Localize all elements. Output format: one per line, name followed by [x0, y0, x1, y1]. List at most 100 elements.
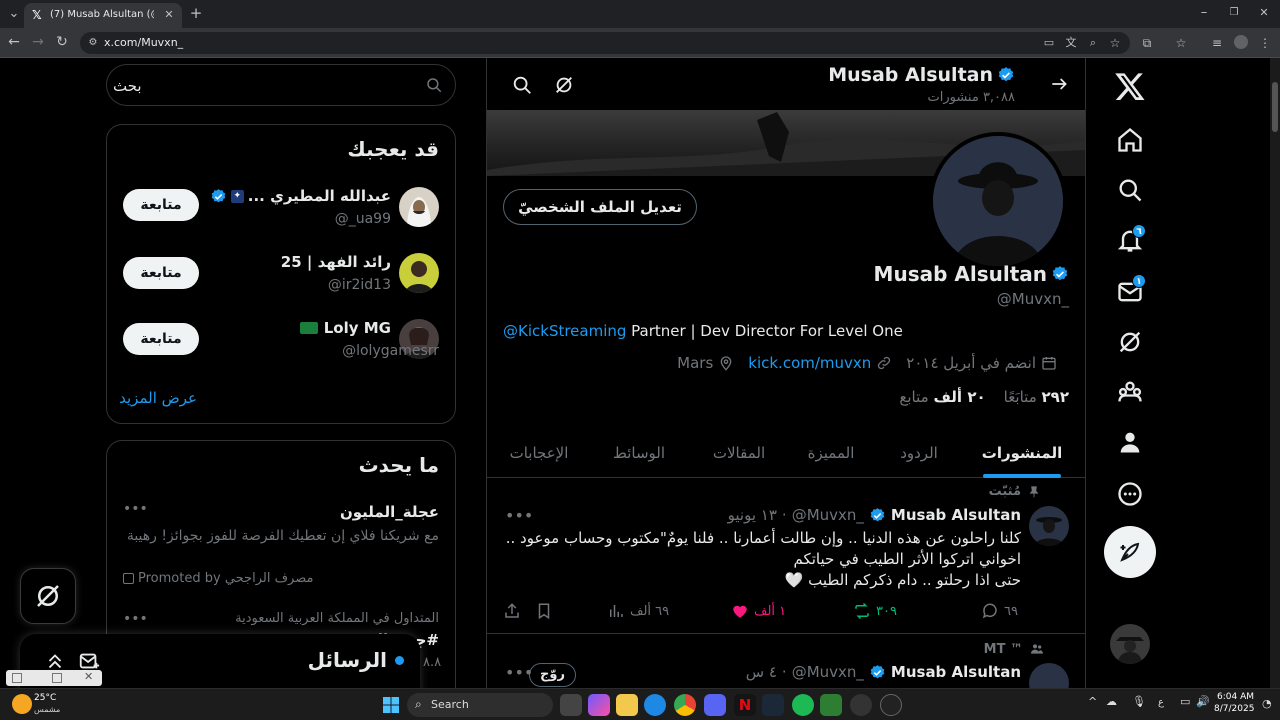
- minimize-icon[interactable]: –: [1196, 5, 1212, 21]
- profile-avatar[interactable]: [929, 132, 1067, 270]
- overlay-close-icon[interactable]: ✕: [84, 670, 93, 683]
- trend-item-promoted[interactable]: عجلة_المليون ••• مع شريكنا فلاي إن تعطيك…: [107, 497, 455, 593]
- profile-avatar-icon[interactable]: [1234, 35, 1248, 49]
- tray-overflow-icon[interactable]: ^: [1088, 695, 1097, 708]
- cast-icon[interactable]: ▭: [1042, 35, 1056, 51]
- profile-website[interactable]: kick.com/muvxn: [748, 354, 892, 372]
- xbox-icon[interactable]: [820, 694, 842, 716]
- app-icon[interactable]: [850, 694, 872, 716]
- post-author-name[interactable]: Musab Alsultan: [891, 663, 1021, 681]
- close-tab-icon[interactable]: ✕: [162, 7, 176, 23]
- translate-icon[interactable]: 文: [1064, 35, 1078, 51]
- restore-icon[interactable]: ❐: [1226, 5, 1242, 21]
- following-count-link[interactable]: ٢٩٢ متابَعًا: [1004, 388, 1069, 406]
- post-author-avatar[interactable]: [1029, 506, 1069, 546]
- overlay-maximize-icon[interactable]: [52, 673, 62, 683]
- communities-icon[interactable]: [1116, 378, 1144, 406]
- share-button[interactable]: [503, 602, 521, 620]
- post-author-name[interactable]: Musab Alsultan: [891, 506, 1021, 524]
- reply-button[interactable]: ٦٩: [981, 602, 1018, 620]
- reading-list-icon[interactable]: ≡: [1210, 35, 1224, 51]
- views-button[interactable]: ٦٩ ألف: [607, 602, 669, 620]
- back-icon[interactable]: ←: [6, 34, 22, 50]
- trend-more-icon[interactable]: •••: [123, 501, 148, 517]
- taskbar-search[interactable]: ⌕ Search: [407, 693, 553, 717]
- repost-button[interactable]: ٣٠٩: [853, 602, 897, 620]
- grok-floating-button[interactable]: [20, 568, 76, 624]
- tray-mic-icon[interactable]: 🎙: [1132, 695, 1146, 708]
- followers-count-link[interactable]: ٢٠ ألف متابع: [899, 388, 985, 406]
- post-handle[interactable]: @Muvxn_: [792, 663, 864, 681]
- bookmark-star-icon[interactable]: ☆: [1108, 35, 1122, 51]
- spotify-icon[interactable]: [792, 694, 814, 716]
- tab-articles[interactable]: المقالات: [691, 444, 787, 462]
- follow-button[interactable]: متابعة: [123, 257, 199, 289]
- windows-start-icon[interactable]: [383, 697, 399, 713]
- browser-menu-icon[interactable]: ⋮: [1258, 35, 1272, 51]
- tab-likes[interactable]: الإعجابات: [491, 444, 587, 462]
- suggestion-item[interactable]: عبدالله المطيري ... ✦ @_ua99 متابعة: [107, 181, 455, 245]
- post-time[interactable]: ١٣ يونيو: [728, 506, 777, 524]
- search-profile-icon[interactable]: [511, 74, 533, 96]
- home-icon[interactable]: [1116, 126, 1144, 154]
- tab-highlights[interactable]: المميزة: [783, 444, 879, 462]
- bookmark-button[interactable]: [535, 602, 553, 620]
- bio-mention-link[interactable]: @KickStreaming: [503, 322, 626, 340]
- post-author-avatar[interactable]: [1029, 663, 1069, 688]
- weather-temp[interactable]: 25°C: [34, 693, 56, 703]
- post-card[interactable]: مُثبّت Musab Alsultan @Muvxn_ · ١٣ يونيو…: [487, 478, 1085, 634]
- notification-center-icon[interactable]: ◔: [1262, 697, 1272, 710]
- extensions-icon[interactable]: ⧉: [1140, 35, 1154, 51]
- reload-icon[interactable]: ↻: [54, 34, 70, 50]
- post-more-icon[interactable]: •••: [505, 663, 533, 682]
- tab-list-icon[interactable]: ⌄: [6, 6, 22, 22]
- account-avatar[interactable]: [1110, 624, 1150, 664]
- grok-icon[interactable]: [1116, 328, 1144, 356]
- weather-sun-icon[interactable]: [12, 694, 32, 714]
- active-app-icon[interactable]: [880, 694, 902, 716]
- promote-chip[interactable]: روّج: [529, 663, 576, 687]
- new-message-icon[interactable]: [78, 650, 100, 672]
- page-scrollbar[interactable]: [1270, 58, 1280, 688]
- url-bar[interactable]: ⚙ x.com/Muvxn_ ▭ 文 ⌕ ☆: [80, 32, 1130, 54]
- volume-icon[interactable]: 🔊: [1196, 695, 1210, 708]
- explore-icon[interactable]: [1116, 176, 1144, 204]
- steam-icon[interactable]: [762, 694, 784, 716]
- scrollbar-thumb[interactable]: [1272, 82, 1278, 132]
- file-explorer-icon[interactable]: [616, 694, 638, 716]
- site-info-icon[interactable]: ⚙: [86, 35, 100, 51]
- post-more-icon[interactable]: •••: [505, 506, 533, 525]
- follow-button[interactable]: متابعة: [123, 323, 199, 355]
- post-time[interactable]: ٤ س: [746, 663, 777, 681]
- x-logo-icon[interactable]: [1114, 70, 1146, 102]
- network-icon[interactable]: ▭: [1180, 695, 1190, 708]
- like-button[interactable]: ١ ألف: [731, 602, 786, 620]
- edit-profile-button[interactable]: تعديل الملف الشخصيّ: [503, 189, 697, 225]
- suggestion-avatar[interactable]: [399, 253, 439, 293]
- floating-overlay-panel[interactable]: ✕: [6, 670, 102, 686]
- edge-icon[interactable]: [644, 694, 666, 716]
- back-arrow-icon[interactable]: [1049, 74, 1069, 94]
- suggestion-item[interactable]: رائد الفهد | 25 @ir2id13 متابعة: [107, 247, 455, 311]
- input-language[interactable]: ع: [1158, 697, 1164, 708]
- suggestion-item[interactable]: Loly MG @lolygamesrr متابعة: [107, 313, 455, 377]
- post-card[interactable]: MT ™ Musab Alsultan @Muvxn_ · ٤ س روّج •…: [487, 635, 1085, 688]
- netflix-icon[interactable]: N: [734, 694, 756, 716]
- bookmarks-icon[interactable]: ☆: [1174, 35, 1188, 51]
- clock-date[interactable]: 8/7/2025: [1214, 704, 1254, 714]
- task-view-icon[interactable]: [560, 694, 582, 716]
- post-handle[interactable]: @Muvxn_: [792, 506, 864, 524]
- overlay-square-icon[interactable]: [12, 673, 22, 683]
- browser-tab[interactable]: 𝕏 (7) Musab Alsultan (@Muvxn_) ✕: [24, 3, 182, 28]
- more-icon[interactable]: [1116, 480, 1144, 508]
- tray-cloud-icon[interactable]: ☁: [1106, 695, 1117, 708]
- search-box[interactable]: بحث: [106, 64, 456, 106]
- trend-more-icon[interactable]: •••: [123, 611, 148, 627]
- tab-media[interactable]: الوسائط: [591, 444, 687, 462]
- grok-profile-icon[interactable]: [553, 74, 575, 96]
- tab-replies[interactable]: الردود: [873, 444, 965, 462]
- tab-posts[interactable]: المنشورات: [972, 444, 1072, 462]
- show-more-link[interactable]: عرض المزيد: [119, 389, 197, 407]
- expand-drawer-icon[interactable]: [44, 650, 66, 672]
- profile-icon[interactable]: [1116, 428, 1144, 456]
